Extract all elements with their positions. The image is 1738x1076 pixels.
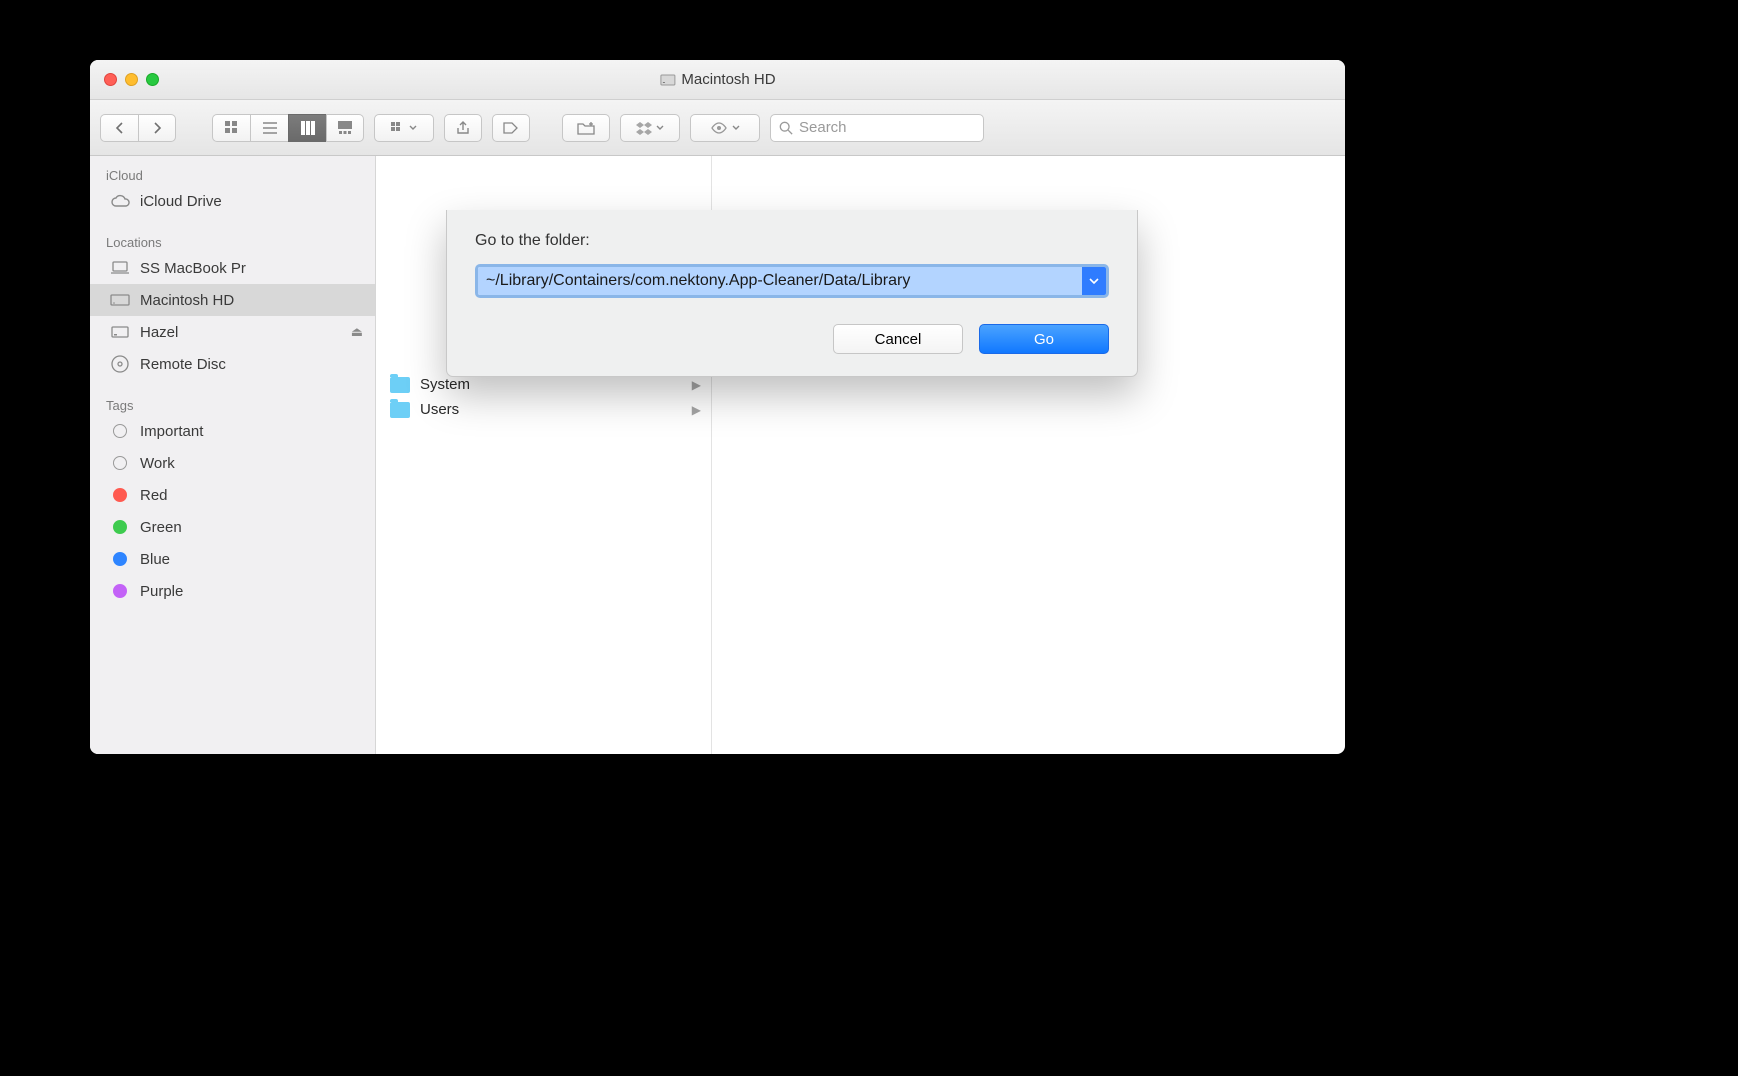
chevron-down-icon [1089, 276, 1099, 286]
window-title-text: Macintosh HD [681, 71, 775, 88]
hd-icon [110, 290, 130, 310]
disc-icon [110, 354, 130, 374]
chevron-down-icon [656, 124, 664, 132]
path-dropdown-button[interactable] [1082, 267, 1106, 295]
external-drive-icon [110, 322, 130, 342]
nav-buttons [100, 114, 176, 142]
toolbar: Search [90, 100, 1345, 156]
chevron-down-icon [409, 124, 417, 132]
cancel-button[interactable]: Cancel [833, 324, 963, 354]
folder-icon [390, 377, 410, 393]
sidebar-item-label: iCloud Drive [140, 193, 222, 210]
maximize-button[interactable] [146, 73, 159, 86]
sidebar-item-label: Work [140, 455, 175, 472]
view-list-button[interactable] [250, 114, 288, 142]
sidebar-item-label: Remote Disc [140, 356, 226, 373]
new-folder-icon [577, 121, 595, 135]
go-button[interactable]: Go [979, 324, 1109, 354]
view-gallery-button[interactable] [326, 114, 364, 142]
tag-icon [503, 122, 519, 134]
folder-row-users[interactable]: Users ▶ [376, 397, 711, 422]
sidebar-tag-green[interactable]: Green [90, 511, 375, 543]
sidebar-tag-red[interactable]: Red [90, 479, 375, 511]
folder-label: System [420, 376, 470, 393]
eye-icon [710, 122, 728, 134]
path-combobox [475, 264, 1109, 298]
close-button[interactable] [104, 73, 117, 86]
tag-dot-icon [113, 520, 127, 534]
sidebar-tag-work[interactable]: Work [90, 447, 375, 479]
share-icon [456, 121, 470, 135]
sidebar-tag-blue[interactable]: Blue [90, 543, 375, 575]
search-input[interactable]: Search [770, 114, 984, 142]
minimize-button[interactable] [125, 73, 138, 86]
laptop-icon [110, 258, 130, 278]
new-folder-button[interactable] [562, 114, 610, 142]
dropbox-button[interactable] [620, 114, 680, 142]
cloud-icon [110, 191, 130, 211]
sidebar-item-macintosh-hd[interactable]: Macintosh HD [90, 284, 375, 316]
share-button[interactable] [444, 114, 482, 142]
eject-icon[interactable]: ⏏ [351, 324, 363, 340]
view-switcher [212, 114, 364, 142]
sidebar-section-tags: Tags [90, 390, 375, 415]
grid-icon [225, 121, 239, 135]
sidebar-section-icloud: iCloud [90, 160, 375, 185]
chevron-right-icon: ▶ [692, 378, 701, 392]
view-column-button[interactable] [288, 114, 326, 142]
arrange-button[interactable] [374, 114, 434, 142]
back-button[interactable] [100, 114, 138, 142]
path-input[interactable] [478, 267, 1082, 295]
quick-look-button[interactable] [690, 114, 760, 142]
chevron-down-icon [732, 124, 740, 132]
sidebar-item-label: SS MacBook Pr [140, 260, 246, 277]
folder-icon [390, 402, 410, 418]
sidebar-item-label: Macintosh HD [140, 292, 234, 309]
tag-dot-icon [113, 488, 127, 502]
forward-button[interactable] [138, 114, 176, 142]
sidebar-item-label: Hazel [140, 324, 178, 341]
tag-dot-icon [113, 456, 127, 470]
sidebar-item-icloud-drive[interactable]: iCloud Drive [90, 185, 375, 217]
tags-button[interactable] [492, 114, 530, 142]
titlebar: Macintosh HD [90, 60, 1345, 100]
sidebar-item-label: Green [140, 519, 182, 536]
sidebar-tag-purple[interactable]: Purple [90, 575, 375, 607]
sidebar-item-hazel[interactable]: Hazel ⏏ [90, 316, 375, 348]
sidebar-item-label: Important [140, 423, 203, 440]
sidebar-section-locations: Locations [90, 227, 375, 252]
sidebar: iCloud iCloud Drive Locations SS MacBook… [90, 156, 376, 754]
columns-icon [301, 121, 315, 135]
sidebar-item-ss-macbook[interactable]: SS MacBook Pr [90, 252, 375, 284]
sidebar-item-label: Purple [140, 583, 183, 600]
view-icon-button[interactable] [212, 114, 250, 142]
sidebar-tag-important[interactable]: Important [90, 415, 375, 447]
chevron-right-icon: ▶ [692, 403, 701, 417]
list-icon [263, 121, 277, 135]
tag-dot-icon [113, 552, 127, 566]
tag-dot-icon [113, 424, 127, 438]
dialog-label: Go to the folder: [475, 232, 1109, 250]
hd-icon [659, 72, 675, 88]
window-title: Macintosh HD [659, 71, 775, 88]
folder-label: Users [420, 401, 459, 418]
gallery-icon [338, 121, 352, 135]
sidebar-item-label: Red [140, 487, 168, 504]
dropbox-icon [636, 121, 652, 135]
go-to-folder-dialog: Go to the folder: Cancel Go [446, 210, 1138, 377]
finder-window: Macintosh HD Search iCloud [90, 60, 1345, 754]
arrange-icon [391, 122, 405, 134]
sidebar-item-remote-disc[interactable]: Remote Disc [90, 348, 375, 380]
search-icon [779, 121, 793, 135]
tag-dot-icon [113, 584, 127, 598]
sidebar-item-label: Blue [140, 551, 170, 568]
search-placeholder: Search [799, 119, 847, 136]
